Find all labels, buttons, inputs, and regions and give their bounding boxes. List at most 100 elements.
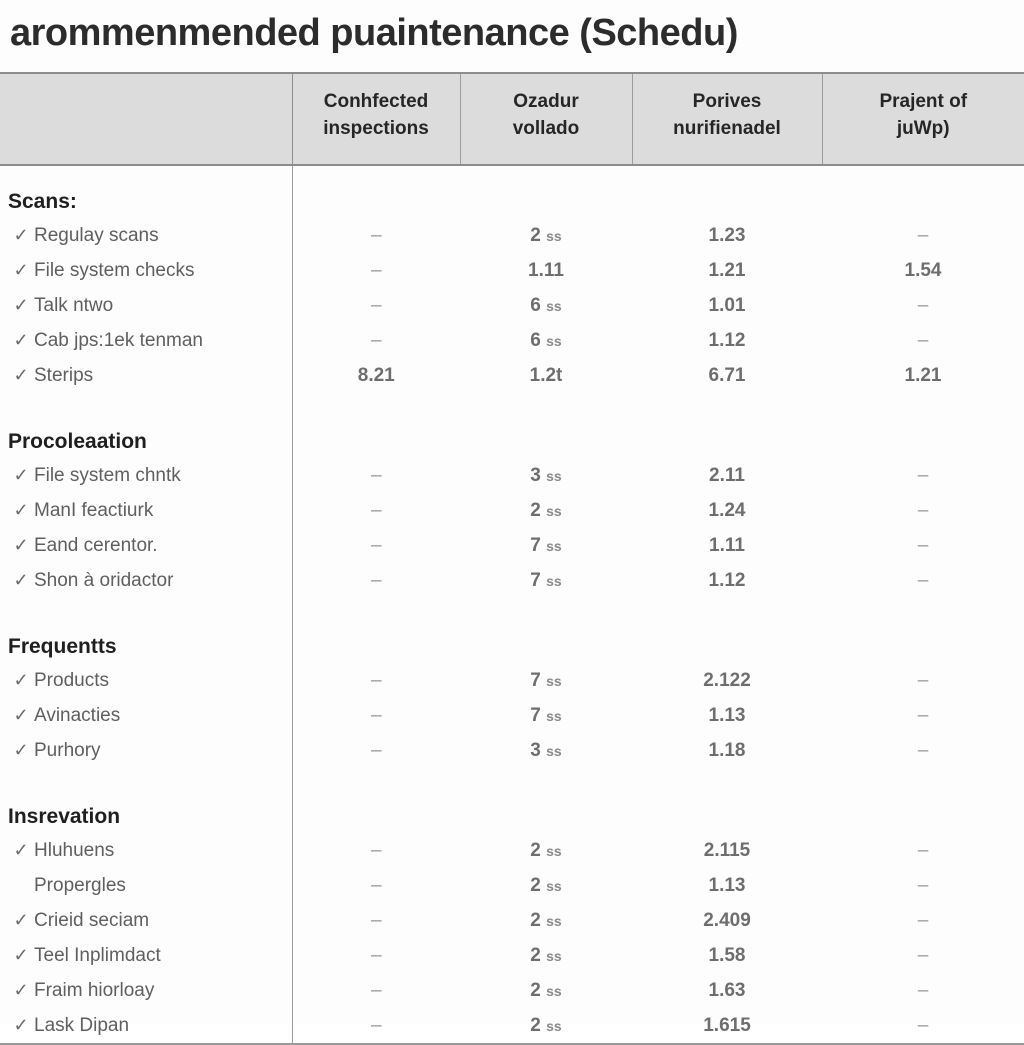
checkmark-icon[interactable]: ✓ (8, 840, 34, 861)
value-number: 2 (530, 874, 547, 896)
empty-value-dash: – (917, 669, 929, 691)
cell-ozadur-vollado: 2 ss (460, 218, 632, 253)
row-label-cell[interactable]: ✓Propergles (0, 868, 293, 903)
checkmark-icon[interactable]: ✓ (8, 260, 34, 281)
cell-ozadur-vollado: 2 ss (460, 903, 632, 938)
row-label-cell[interactable]: ✓ Eand cerentor. (0, 528, 293, 563)
value-number: 3 (530, 739, 547, 761)
group-empty-cell (632, 165, 822, 218)
checkmark-icon[interactable]: ✓ (8, 570, 34, 591)
table-row[interactable]: ✓ Hluhuens – 2 ss 2.115 – (0, 833, 1024, 868)
table-row[interactable]: ✓ Lask Dipan – 2 ss 1.615 – (0, 1008, 1024, 1044)
row-label-cell[interactable]: ✓ ManI feactiurk (0, 493, 293, 528)
checkmark-icon-absent[interactable]: ✓ (8, 875, 34, 896)
cell-prajent-of-juwp: – (822, 493, 1024, 528)
row-label: Teel Inplimdact (34, 944, 161, 966)
value-number: 6 (530, 329, 547, 351)
cell-confected-inspections: – (292, 563, 460, 598)
checkmark-icon[interactable]: ✓ (8, 945, 34, 966)
spacer-cell (0, 768, 293, 781)
row-label-cell[interactable]: ✓ Regulay scans (0, 218, 293, 253)
cell-porives-nurifienadel: 2.409 (703, 909, 751, 931)
table-row[interactable]: ✓ Regulay scans – 2 ss 1.23 – (0, 218, 1024, 253)
checkmark-icon[interactable]: ✓ (8, 225, 34, 246)
header-line-2: inspections (323, 118, 429, 139)
row-label-cell[interactable]: ✓ Talk ntwo (0, 288, 293, 323)
row-label: Lask Dipan (34, 1014, 130, 1036)
row-label-cell[interactable]: ✓ Teel Inplimdact (0, 938, 293, 973)
spacer-cell (460, 393, 632, 406)
checkmark-icon[interactable]: ✓ (8, 295, 34, 316)
row-label: Hluhuens (34, 839, 115, 861)
row-label: Avinacties (34, 704, 121, 726)
cell-confected-inspections: – (292, 868, 460, 903)
value-unit: ss (546, 572, 562, 589)
table-row[interactable]: ✓ Shon à oridactor – 7 ss 1.12 – (0, 563, 1024, 598)
table-row[interactable]: ✓ File system checks – 1.11 1.21 1.54 (0, 253, 1024, 288)
value-unit: ss (546, 1017, 562, 1034)
table-row[interactable]: ✓ File system chntk – 3 ss 2.11 – (0, 458, 1024, 493)
cell-ozadur-vollado: 1.11 (528, 259, 564, 281)
header-line-2: juWp) (896, 118, 950, 139)
row-label-cell[interactable]: ✓ Cab jps:1ek tenman (0, 323, 293, 358)
table-row[interactable]: ✓ Eand cerentor. – 7 ss 1.11 – (0, 528, 1024, 563)
row-label-cell[interactable]: ✓ Crieid seciam (0, 903, 293, 938)
cell-ozadur-vollado: 7 ss (460, 563, 632, 598)
row-label-cell[interactable]: ✓ Fraim hiorloay (0, 973, 293, 1008)
table-row[interactable]: ✓ Purhory – 3 ss 1.18 – (0, 733, 1024, 768)
cell-ozadur-vollado: 3 ss (460, 458, 632, 493)
table-row[interactable]: ✓ Sterips 8.21 1.2t 6.71 1.21 (0, 358, 1024, 393)
table-row[interactable]: ✓ ManI feactiurk – 2 ss 1.24 – (0, 493, 1024, 528)
empty-value-dash: – (917, 1014, 929, 1036)
cell-prajent-of-juwp: – (822, 563, 1024, 598)
row-label-cell[interactable]: ✓ Purhory (0, 733, 293, 768)
group-title: Scans: (0, 165, 293, 218)
row-label-cell[interactable]: ✓ Products (0, 663, 293, 698)
checkmark-icon[interactable]: ✓ (8, 980, 34, 1001)
row-label-cell[interactable]: ✓ File system chntk (0, 458, 293, 493)
checkmark-icon[interactable]: ✓ (8, 705, 34, 726)
row-label-cell[interactable]: ✓ Shon à oridactor (0, 563, 293, 598)
cell-ozadur-vollado: 6 ss (460, 323, 632, 358)
row-label-cell[interactable]: ✓ Avinacties (0, 698, 293, 733)
empty-value-dash: – (370, 464, 382, 486)
cell-porives-nurifienadel: 1.18 (708, 739, 746, 761)
group-header-row: Scans: (0, 165, 1024, 218)
row-label-cell[interactable]: ✓ File system checks (0, 253, 293, 288)
row-label: Purhory (34, 739, 101, 761)
table-row[interactable]: ✓ Teel Inplimdact – 2 ss 1.58 – (0, 938, 1024, 973)
checkmark-icon[interactable]: ✓ (8, 1015, 34, 1036)
empty-value-dash: – (917, 874, 929, 896)
cell-prajent-of-juwp: – (822, 868, 1024, 903)
checkmark-icon[interactable]: ✓ (8, 330, 34, 351)
checkmark-icon[interactable]: ✓ (8, 670, 34, 691)
empty-value-dash: – (370, 1014, 382, 1036)
empty-value-dash: – (370, 224, 382, 246)
empty-value-dash: – (917, 534, 929, 556)
table-row[interactable]: ✓ Fraim hiorloay – 2 ss 1.63 – (0, 973, 1024, 1008)
table-row[interactable]: ✓ Avinacties – 7 ss 1.13 – (0, 698, 1024, 733)
checkmark-icon[interactable]: ✓ (8, 465, 34, 486)
table-row[interactable]: ✓Propergles – 2 ss 1.13 – (0, 868, 1024, 903)
cell-ozadur-vollado: 6 ss (460, 288, 632, 323)
group-header-row: Procoleaation (0, 406, 1024, 458)
cell-prajent-of-juwp: – (822, 1008, 1024, 1044)
cell-porives-nurifienadel: 1.13 (708, 704, 746, 726)
checkmark-icon[interactable]: ✓ (8, 500, 34, 521)
cell-prajent-of-juwp: – (822, 288, 1024, 323)
checkmark-icon[interactable]: ✓ (8, 535, 34, 556)
table-row[interactable]: ✓ Products – 7 ss 2.122 – (0, 663, 1024, 698)
table-row[interactable]: ✓ Cab jps:1ek tenman – 6 ss 1.12 – (0, 323, 1024, 358)
checkmark-icon[interactable]: ✓ (8, 365, 34, 386)
table-row[interactable]: ✓ Crieid seciam – 2 ss 2.409 – (0, 903, 1024, 938)
row-label-cell[interactable]: ✓ Hluhuens (0, 833, 293, 868)
row-label: Products (34, 669, 109, 691)
checkmark-icon[interactable]: ✓ (8, 910, 34, 931)
checkmark-icon[interactable]: ✓ (8, 740, 34, 761)
empty-value-dash: – (917, 499, 929, 521)
row-label-cell[interactable]: ✓ Sterips (0, 358, 293, 393)
row-label-cell[interactable]: ✓ Lask Dipan (0, 1008, 293, 1044)
table-row[interactable]: ✓ Talk ntwo – 6 ss 1.01 – (0, 288, 1024, 323)
empty-value-dash: – (370, 874, 382, 896)
cell-confected-inspections: – (292, 833, 460, 868)
